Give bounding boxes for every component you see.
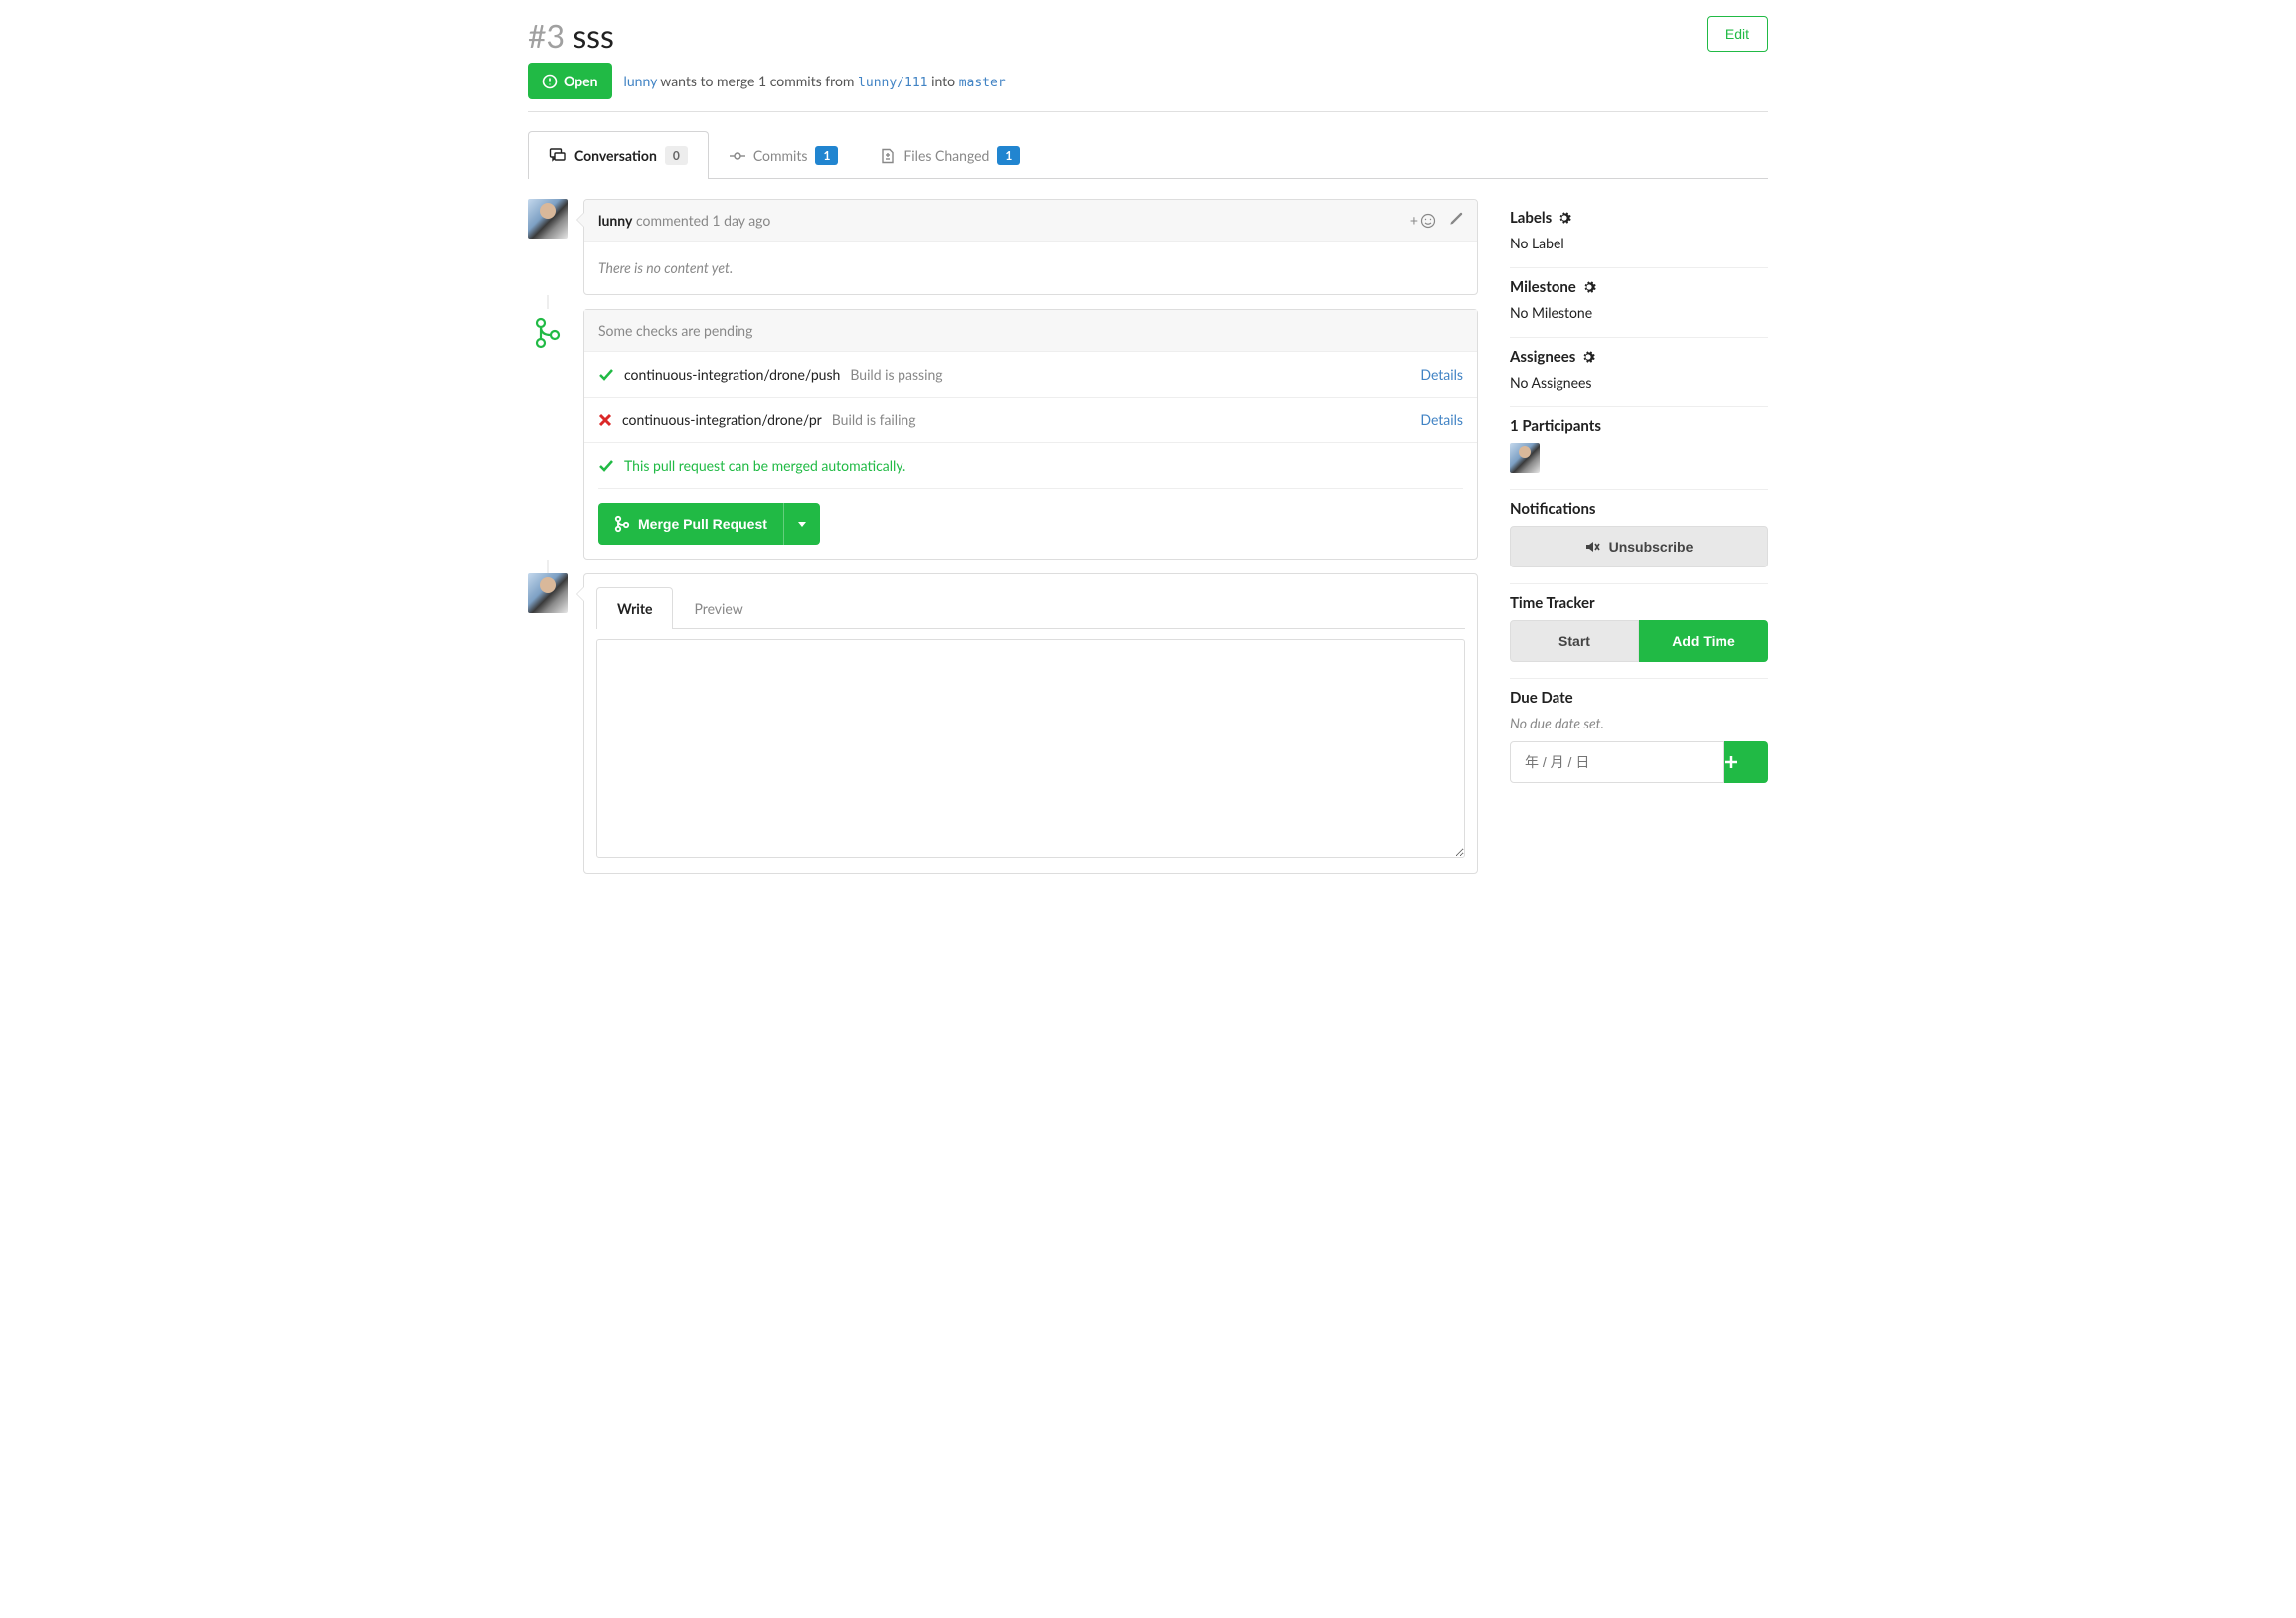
caret-down-icon [798,522,806,527]
add-reaction-button[interactable]: + [1410,212,1436,229]
check-row-success: continuous-integration/drone/push Build … [584,352,1477,398]
mergeable-message: This pull request can be merged automati… [598,457,1463,489]
gear-icon [1558,211,1571,225]
source-branch[interactable]: lunny/111 [858,76,927,90]
smiley-icon [1420,213,1436,229]
assignees-header[interactable]: Assignees [1510,348,1768,366]
check-icon [598,458,614,474]
x-icon [598,413,612,427]
notifications-header: Notifications [1510,500,1768,518]
tab-files[interactable]: Files Changed 1 [859,131,1041,179]
comment-bubble: lunny commented 1 day ago + [583,199,1478,295]
check-details-link[interactable]: Details [1420,411,1463,428]
comment-body: There is no content yet. [584,242,1477,294]
comment-author[interactable]: lunny [598,212,632,229]
comment-textarea[interactable] [596,639,1465,858]
pencil-icon [1448,212,1463,227]
comment-time[interactable]: 1 day ago [712,212,770,229]
check-icon [598,367,614,383]
merge-summary: lunny wants to merge 1 commits from lunn… [624,73,1006,90]
commenter-avatar[interactable] [528,199,568,239]
current-user-avatar[interactable] [528,573,568,613]
target-branch[interactable]: master [959,76,1006,90]
editor-tab-preview[interactable]: Preview [673,587,763,629]
alert-circle-icon [542,74,558,89]
comment-editor: Write Preview [583,573,1478,874]
check-details-link[interactable]: Details [1420,366,1463,383]
participant-avatar[interactable] [1510,443,1540,473]
gear-icon [1582,280,1596,294]
check-row-fail: continuous-integration/drone/pr Build is… [584,398,1477,443]
unsubscribe-button[interactable]: Unsubscribe [1510,526,1768,567]
edit-button[interactable]: Edit [1707,16,1768,52]
tab-commits[interactable]: Commits 1 [709,131,860,179]
assignees-value: No Assignees [1510,374,1768,391]
tab-conversation[interactable]: Conversation 0 [528,131,709,179]
tracker-add-time-button[interactable]: Add Time [1639,620,1768,662]
milestone-value: No Milestone [1510,304,1768,321]
time-tracker-header: Time Tracker [1510,594,1768,612]
actor-link[interactable]: lunny [624,73,657,89]
git-commit-icon [730,148,745,164]
checks-header: Some checks are pending [584,310,1477,352]
editor-tab-write[interactable]: Write [596,587,673,629]
due-date-empty: No due date set. [1510,715,1768,731]
tracker-start-button[interactable]: Start [1510,620,1639,662]
git-merge-small-icon [614,515,630,533]
merge-pr-button[interactable]: Merge Pull Request [598,503,783,545]
edit-comment-button[interactable] [1448,212,1463,229]
due-date-input[interactable] [1510,741,1724,783]
file-diff-icon [880,148,896,164]
due-date-add-button[interactable] [1724,741,1768,783]
due-date-header: Due Date [1510,689,1768,707]
page-title: #3 sss [528,16,614,55]
plus-icon [1724,755,1738,769]
milestone-header[interactable]: Milestone [1510,278,1768,296]
mute-icon [1585,540,1601,554]
pr-tabs: Conversation 0 Commits 1 Files Changed 1 [528,130,1768,179]
gear-icon [1581,350,1595,364]
status-badge-open: Open [528,63,612,99]
labels-value: No Label [1510,235,1768,251]
participants-header: 1 Participants [1510,417,1768,435]
comment-discussion-icon [549,147,567,165]
merge-status-panel: Some checks are pending continuous-integ… [583,309,1478,560]
labels-header[interactable]: Labels [1510,209,1768,227]
merge-dropdown-button[interactable] [783,503,820,545]
git-merge-icon [528,309,568,560]
